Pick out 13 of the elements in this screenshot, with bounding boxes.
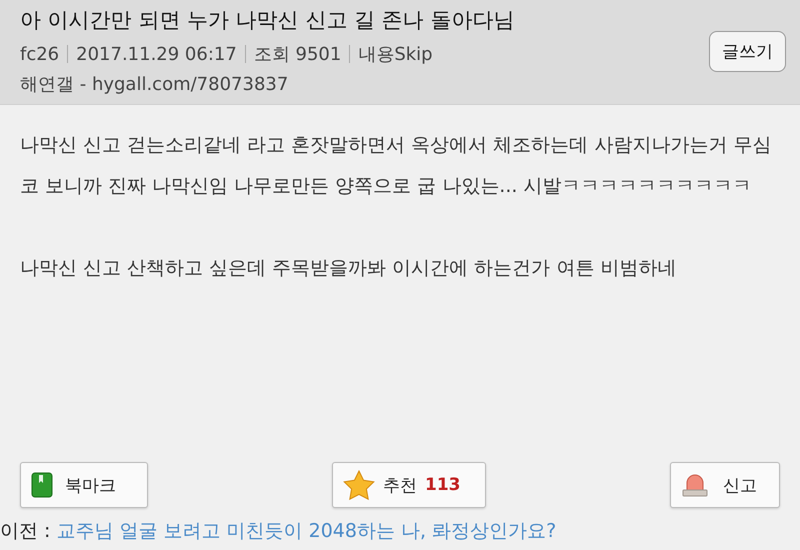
post-paragraph: 나막신 신고 산책하고 싶은데 주목받을까봐 이시간에 하는건가 여튼 비범하네 (20, 256, 678, 281)
post-meta: fc26 (20, 44, 60, 64)
post-title: 아 이시간만 되면 누가 나막신 신고 길 존나 돌아다님 (20, 7, 514, 34)
post-source: 해연갤 - hygall.com/78073837 (20, 73, 290, 96)
post-meta: 2017.11.29 06:17 (76, 44, 237, 64)
write-button[interactable]: 글쓰기 (709, 30, 786, 72)
bookmark-button[interactable]: 북마크 (20, 462, 148, 508)
post-meta: 내용Skip (358, 43, 433, 66)
post-meta: 조회 9501 (254, 43, 342, 66)
recommend-button[interactable]: 추천 113 (332, 462, 486, 508)
report-button[interactable]: 신고 (670, 462, 780, 508)
previous-label: 이전 : (0, 520, 50, 542)
post-paragraph: 나막신 신고 걷는소리같네 라고 혼잣말하면서 옥상에서 체조하는데 사람지나가는거 무심코 보니까 진짜 나막신임 나무로만든 양쪽으로 굽 나있는... 시발ㅋㅋㅋㅋㅋㅋㅋㅋㅋㅋ (20, 133, 772, 199)
